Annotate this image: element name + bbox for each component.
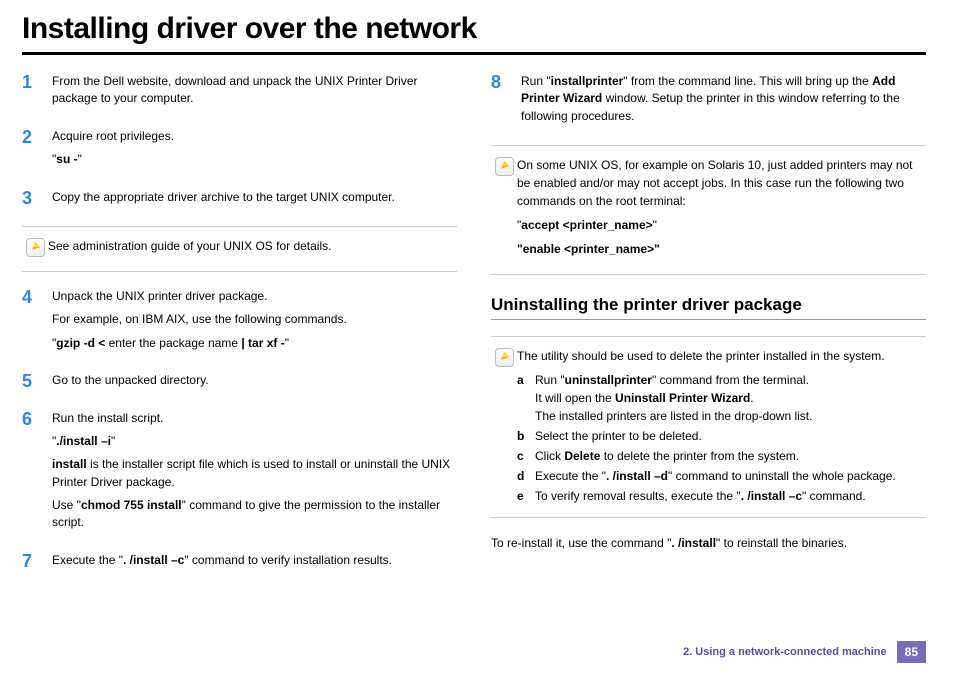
step-7: 7 Execute the ". /install –c" command to… <box>22 552 457 575</box>
page-footer: 2. Using a network-connected machine 85 <box>683 641 926 663</box>
pencil-icon <box>495 348 514 367</box>
item-letter: c <box>517 447 535 465</box>
step-body: Go to the unpacked directory. <box>52 372 457 395</box>
note-icon <box>491 347 517 367</box>
step-2: 2 Acquire root privileges. "su -" <box>22 128 457 175</box>
note-body: See administration guide of your UNIX OS… <box>48 237 457 261</box>
step-text: Run the install script. <box>52 410 457 427</box>
step-body: Run the install script. "./install –i" i… <box>52 410 457 538</box>
list-item: d Execute the ". /install –d" command to… <box>517 467 926 485</box>
step-4: 4 Unpack the UNIX printer driver package… <box>22 288 457 358</box>
item-body: Select the printer to be deleted. <box>535 427 702 445</box>
sub-list: a Run "uninstallprinter" command from th… <box>517 371 926 505</box>
page-title: Installing driver over the network <box>22 12 926 55</box>
step-body: Acquire root privileges. "su -" <box>52 128 457 175</box>
subheading: Uninstalling the printer driver package <box>491 295 926 315</box>
note-box: On some UNIX OS, for example on Solaris … <box>491 145 926 275</box>
step-body: Unpack the UNIX printer driver package. … <box>52 288 457 358</box>
step-number: 2 <box>22 128 52 148</box>
step-1: 1 From the Dell website, download and un… <box>22 73 457 114</box>
step-3: 3 Copy the appropriate driver archive to… <box>22 189 457 212</box>
note-body: The utility should be used to delete the… <box>517 347 926 507</box>
step-text: Run "installprinter" from the command li… <box>521 73 926 125</box>
step-text: "./install –i" <box>52 433 457 450</box>
step-text: "gzip -d < enter the package name | tar … <box>52 335 457 352</box>
step-number: 7 <box>22 552 52 572</box>
note-box: See administration guide of your UNIX OS… <box>22 226 457 272</box>
note-text: "enable <printer_name>" <box>517 240 926 258</box>
pencil-icon <box>26 238 45 257</box>
pencil-icon <box>495 157 514 176</box>
item-body: To verify removal results, execute the "… <box>535 487 866 505</box>
note-box: The utility should be used to delete the… <box>491 336 926 518</box>
step-5: 5 Go to the unpacked directory. <box>22 372 457 395</box>
footer-chapter: 2. Using a network-connected machine <box>683 646 887 658</box>
item-body: Click Delete to delete the printer from … <box>535 447 799 465</box>
list-item: b Select the printer to be deleted. <box>517 427 926 445</box>
step-number: 5 <box>22 372 52 392</box>
item-body: Run "uninstallprinter" command from the … <box>535 371 812 425</box>
step-text: Unpack the UNIX printer driver package. <box>52 288 457 305</box>
step-text: install is the installer script file whi… <box>52 456 457 491</box>
list-item: a Run "uninstallprinter" command from th… <box>517 371 926 425</box>
note-icon <box>491 156 517 176</box>
note-body: On some UNIX OS, for example on Solaris … <box>517 156 926 264</box>
note-text: The utility should be used to delete the… <box>517 347 926 365</box>
step-number: 6 <box>22 410 52 430</box>
step-text: Execute the ". /install –c" command to v… <box>52 552 457 569</box>
step-number: 4 <box>22 288 52 308</box>
content-columns: 1 From the Dell website, download and un… <box>22 73 926 589</box>
item-letter: a <box>517 371 535 425</box>
note-text: "accept <printer_name>" <box>517 216 926 234</box>
item-letter: b <box>517 427 535 445</box>
page-number-badge: 85 <box>897 641 926 663</box>
subheading-rule <box>491 319 926 320</box>
step-number: 3 <box>22 189 52 209</box>
item-letter: d <box>517 467 535 485</box>
step-number: 8 <box>491 73 521 93</box>
item-body: Execute the ". /install –d" command to u… <box>535 467 896 485</box>
step-text: From the Dell website, download and unpa… <box>52 73 457 108</box>
step-body: Copy the appropriate driver archive to t… <box>52 189 457 212</box>
step-body: Run "installprinter" from the command li… <box>521 73 926 131</box>
step-text: Use "chmod 755 install" command to give … <box>52 497 457 532</box>
step-body: Execute the ". /install –c" command to v… <box>52 552 457 575</box>
list-item: c Click Delete to delete the printer fro… <box>517 447 926 465</box>
reinstall-text: To re-install it, use the command ". /in… <box>491 534 926 552</box>
note-text: On some UNIX OS, for example on Solaris … <box>517 156 926 210</box>
step-text: Go to the unpacked directory. <box>52 372 457 389</box>
right-column: 8 Run "installprinter" from the command … <box>491 73 926 589</box>
note-text: See administration guide of your UNIX OS… <box>48 237 457 255</box>
step-text: "su -" <box>52 151 457 168</box>
step-text: Copy the appropriate driver archive to t… <box>52 189 457 206</box>
step-number: 1 <box>22 73 52 93</box>
note-icon <box>22 237 48 257</box>
step-8: 8 Run "installprinter" from the command … <box>491 73 926 131</box>
item-letter: e <box>517 487 535 505</box>
list-item: e To verify removal results, execute the… <box>517 487 926 505</box>
step-6: 6 Run the install script. "./install –i"… <box>22 410 457 538</box>
step-text: For example, on IBM AIX, use the followi… <box>52 311 457 328</box>
step-body: From the Dell website, download and unpa… <box>52 73 457 114</box>
left-column: 1 From the Dell website, download and un… <box>22 73 457 589</box>
step-text: Acquire root privileges. <box>52 128 457 145</box>
